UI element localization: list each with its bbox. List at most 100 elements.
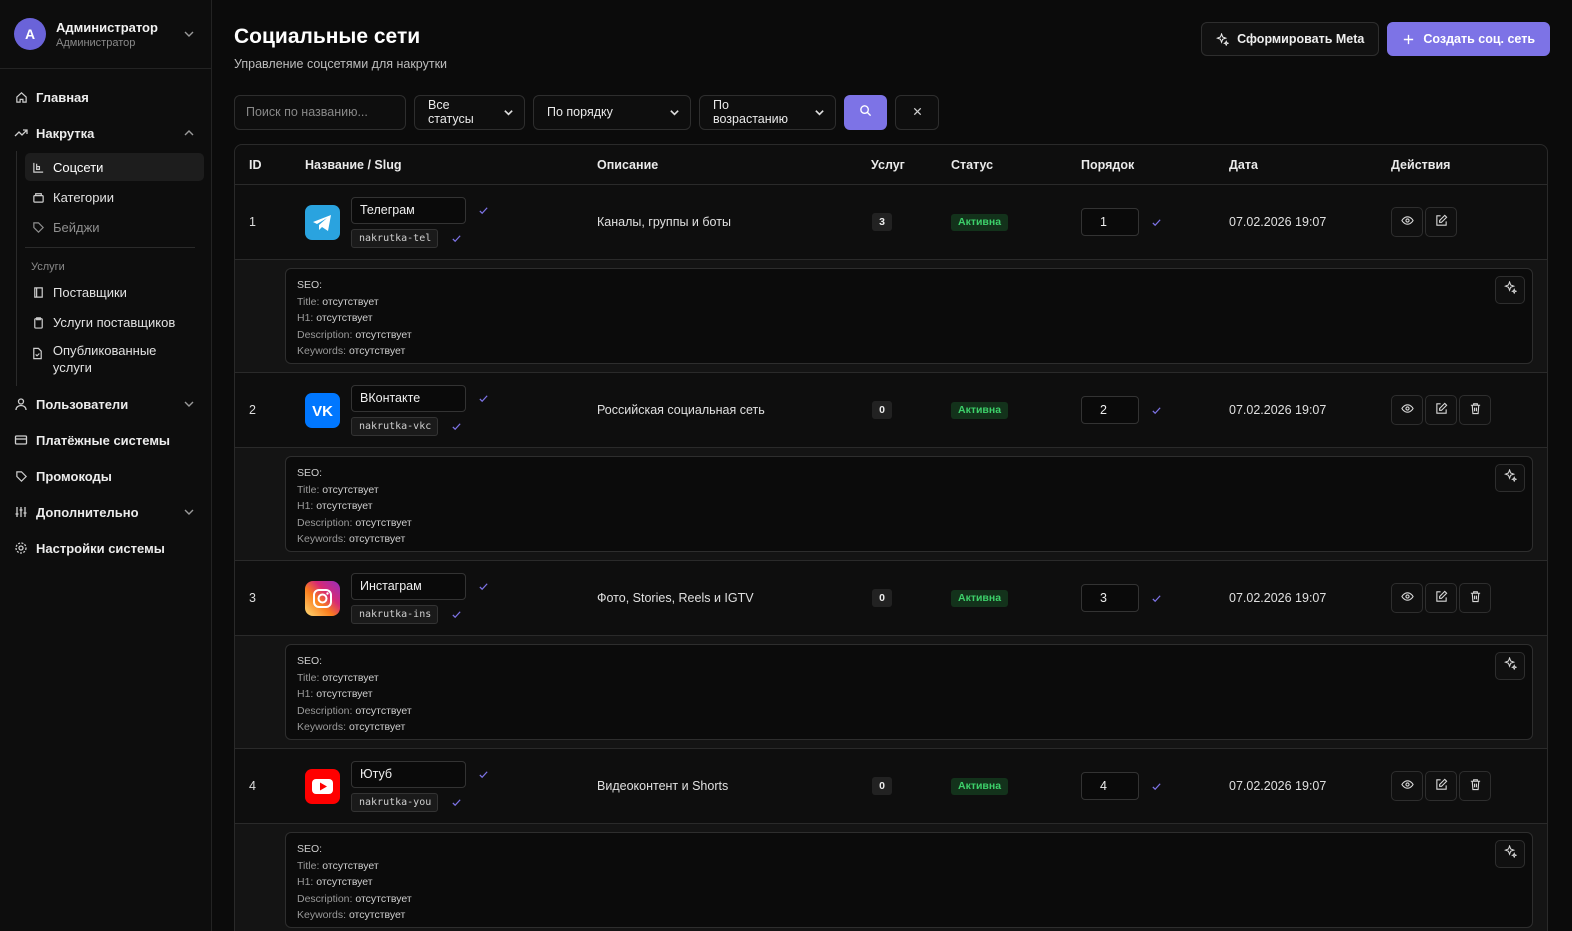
generate-seo-button[interactable] xyxy=(1495,276,1525,304)
generate-seo-button[interactable] xyxy=(1495,840,1525,868)
clear-filters-button[interactable] xyxy=(895,94,939,130)
view-button[interactable] xyxy=(1391,771,1423,801)
check-icon[interactable] xyxy=(478,769,489,780)
edit-icon xyxy=(1435,778,1448,794)
edit-button[interactable] xyxy=(1425,395,1457,425)
services-count-badge: 3 xyxy=(872,213,892,231)
sidebar-item-label: Бейджи xyxy=(53,219,100,235)
status-badge: Активна xyxy=(951,401,1009,419)
edit-icon xyxy=(1435,214,1448,230)
seo-title-line: Title: отсутствует xyxy=(297,671,379,684)
sidebar-item-payments[interactable]: Платёжные системы xyxy=(0,422,211,458)
file-check-icon xyxy=(31,346,45,360)
sidebar-item-published-services[interactable]: Опубликованные услуги xyxy=(25,338,204,378)
search-button[interactable] xyxy=(844,94,887,130)
sidebar-item-socials[interactable]: Соцсети xyxy=(25,153,204,181)
row-description: Фото, Stories, Reels и IGTV xyxy=(597,591,754,605)
eye-icon xyxy=(1400,590,1414,606)
check-icon[interactable] xyxy=(478,205,489,216)
sidebar-item-label: Поставщики xyxy=(53,284,127,300)
sidebar-item-label: Пользователи xyxy=(36,396,129,412)
instagram-logo xyxy=(305,580,340,616)
sidebar-item-users[interactable]: Пользователи xyxy=(0,386,211,422)
slug-input[interactable]: nakrutka-vkc xyxy=(351,416,438,436)
check-icon[interactable] xyxy=(478,393,489,404)
column-header: Действия xyxy=(1391,157,1451,172)
check-icon[interactable] xyxy=(478,581,489,592)
check-icon[interactable] xyxy=(451,421,462,432)
generate-seo-button[interactable] xyxy=(1495,652,1525,680)
avatar: A xyxy=(14,18,46,50)
chevron-down-icon[interactable] xyxy=(181,396,197,412)
sidebar-item-badges[interactable]: Бейджи xyxy=(25,213,204,241)
row-date: 07.02.2026 19:07 xyxy=(1229,215,1327,229)
seo-keywords-line: Keywords: отсутствует xyxy=(297,909,406,921)
check-icon[interactable] xyxy=(451,609,462,620)
seo-label: SEO: xyxy=(297,655,323,667)
generate-meta-button[interactable]: Сформировать Meta xyxy=(1201,22,1380,56)
table-header: ID Название / Slug Описание Услуг Статус… xyxy=(235,145,1547,185)
view-button[interactable] xyxy=(1391,207,1423,237)
search-input[interactable]: Поиск по названию... xyxy=(234,94,406,130)
check-icon[interactable] xyxy=(1151,781,1162,792)
sidebar-item-promo[interactable]: Промокоды xyxy=(0,458,211,494)
chevron-up-icon[interactable] xyxy=(181,125,197,141)
name-input[interactable]: Ютуб xyxy=(351,760,466,788)
chevron-down-icon[interactable] xyxy=(181,26,197,42)
services-count-badge: 0 xyxy=(872,401,892,419)
check-icon[interactable] xyxy=(1151,593,1162,604)
slug-input[interactable]: nakrutka-you xyxy=(351,792,438,812)
slug-input[interactable]: nakrutka-ins xyxy=(351,604,438,624)
name-input[interactable]: Инстаграм xyxy=(351,572,466,600)
view-button[interactable] xyxy=(1391,395,1423,425)
status-badge: Активна xyxy=(951,777,1009,795)
sidebar-item-nakrutka[interactable]: Накрутка xyxy=(0,115,211,151)
create-social-button[interactable]: Создать соц. сеть xyxy=(1387,22,1550,56)
delete-button[interactable] xyxy=(1459,583,1491,613)
check-icon[interactable] xyxy=(451,797,462,808)
check-icon[interactable] xyxy=(1151,405,1162,416)
column-header: Услуг xyxy=(871,157,905,172)
name-input[interactable]: Телеграм xyxy=(351,196,466,224)
order-input[interactable]: 1 xyxy=(1081,208,1139,236)
direction-select[interactable]: По возрастанию xyxy=(699,94,836,130)
seo-h1-line: H1: отсутствует xyxy=(297,876,373,888)
check-icon[interactable] xyxy=(451,233,462,244)
status-select[interactable]: Все статусы xyxy=(414,94,525,130)
order-input[interactable]: 2 xyxy=(1081,396,1139,424)
edit-button[interactable] xyxy=(1425,207,1457,237)
delete-button[interactable] xyxy=(1459,771,1491,801)
seo-description-line: Description: отсутствует xyxy=(297,704,412,717)
status-badge: Активна xyxy=(951,589,1009,607)
table-row: 2 VK ВКонтакте nakrutka-vkc Российская с… xyxy=(235,373,1547,448)
user-menu[interactable]: A Администратор Администратор xyxy=(0,0,211,69)
check-icon[interactable] xyxy=(1151,217,1162,228)
sidebar-item-extra[interactable]: Дополнительно xyxy=(0,494,211,530)
order-input[interactable]: 3 xyxy=(1081,584,1139,612)
sidebar-item-home[interactable]: Главная xyxy=(0,79,211,115)
home-icon xyxy=(14,90,28,104)
order-input[interactable]: 4 xyxy=(1081,772,1139,800)
edit-button[interactable] xyxy=(1425,771,1457,801)
name-input[interactable]: ВКонтакте xyxy=(351,384,466,412)
button-label: Создать соц. сеть xyxy=(1423,32,1535,46)
row-id: 3 xyxy=(249,591,256,605)
sidebar-item-settings[interactable]: Настройки системы xyxy=(0,530,211,566)
sidebar-item-suppliers[interactable]: Поставщики xyxy=(25,278,204,306)
main-content: Социальные сети Управление соцсетями для… xyxy=(212,0,1572,931)
delete-button[interactable] xyxy=(1459,395,1491,425)
sort-select[interactable]: По порядку xyxy=(533,94,691,130)
tag-icon xyxy=(14,469,28,483)
select-value: По порядку xyxy=(547,105,613,119)
sidebar-item-supplier-services[interactable]: Услуги поставщиков xyxy=(25,308,204,336)
seo-description-line: Description: отсутствует xyxy=(297,516,412,529)
view-button[interactable] xyxy=(1391,583,1423,613)
edit-button[interactable] xyxy=(1425,583,1457,613)
sidebar-item-categories[interactable]: Категории xyxy=(25,183,204,211)
generate-seo-button[interactable] xyxy=(1495,464,1525,492)
slug-input[interactable]: nakrutka-tel xyxy=(351,228,438,248)
seo-title-line: Title: отсутствует xyxy=(297,483,379,496)
sidebar-item-label: Категории xyxy=(53,189,114,205)
row-description: Российская социальная сеть xyxy=(597,403,765,417)
chevron-down-icon[interactable] xyxy=(181,504,197,520)
